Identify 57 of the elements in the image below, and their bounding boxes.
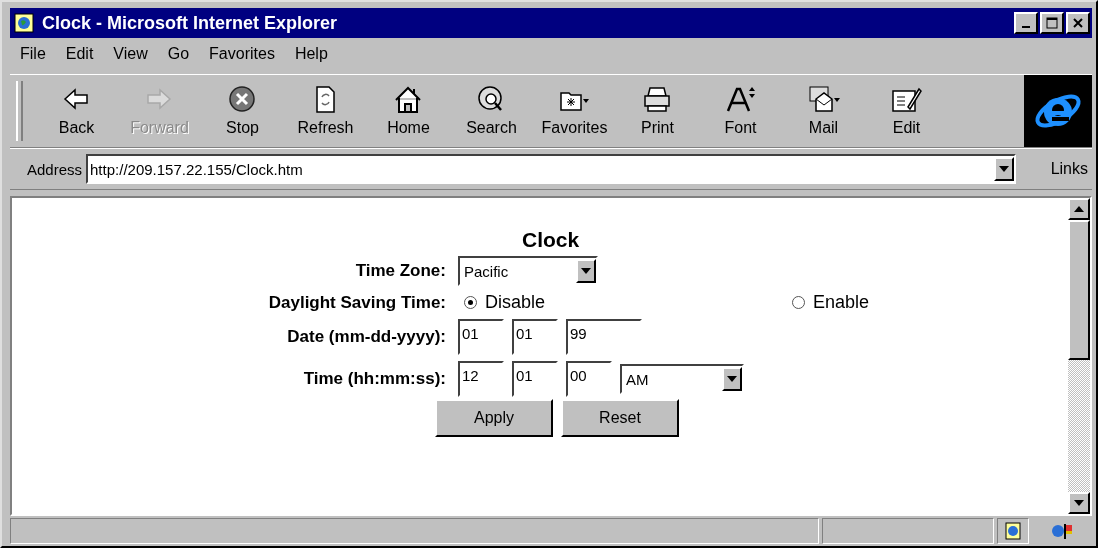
address-label: Address <box>27 160 83 178</box>
scroll-up-button[interactable] <box>1068 198 1090 220</box>
up-arrow-icon <box>1074 206 1084 212</box>
page-icon <box>1005 522 1021 540</box>
edit-icon <box>890 85 923 115</box>
toolbar-button[interactable]: Favorites <box>533 75 616 147</box>
toolbar-button[interactable]: Font <box>699 75 782 147</box>
toolbar-button[interactable]: Print <box>616 75 699 147</box>
menu-item[interactable]: Help <box>292 43 330 65</box>
toolbar-button[interactable]: Search <box>450 75 533 147</box>
dropdown-arrow-icon <box>581 268 591 274</box>
field-label: Daylight Saving Time: <box>267 292 447 313</box>
date-field[interactable]: 99 <box>566 319 642 355</box>
form-button[interactable]: Reset <box>561 399 679 437</box>
menu-item[interactable]: Go <box>165 43 192 65</box>
toolbar-grip[interactable] <box>16 81 23 141</box>
toolbar-button[interactable]: Mail <box>782 75 865 147</box>
field-label: Time Zone: <box>354 261 447 281</box>
time-zone-dropdown[interactable]: Pacific <box>458 256 598 286</box>
date-field[interactable]: 01 <box>458 319 504 355</box>
date-field[interactable]: 01 <box>512 319 558 355</box>
window-title: Clock - Microsoft Internet Explorer <box>42 12 339 34</box>
page-heading: Clock <box>522 228 580 252</box>
form-button[interactable]: Apply <box>435 399 553 437</box>
time-field[interactable]: 00 <box>566 361 612 397</box>
toolbar-button[interactable]: Stop <box>201 75 284 147</box>
maximize-icon <box>1046 17 1058 29</box>
mail-icon <box>807 85 840 115</box>
field-label: Time (hh:mm:ss): <box>302 369 447 389</box>
minimize-button[interactable] <box>1014 12 1038 34</box>
toolbar-button[interactable]: Refresh <box>284 75 367 147</box>
minimize-icon <box>1022 26 1030 28</box>
close-button[interactable] <box>1066 12 1090 34</box>
toolbar-button[interactable]: Back <box>35 75 118 147</box>
down-arrow-icon <box>1074 500 1084 506</box>
menu-item[interactable]: Favorites <box>207 43 277 65</box>
toolbar-button[interactable]: Home <box>367 75 450 147</box>
address-field[interactable]: http://209.157.22.155/Clock.htm <box>86 154 1016 184</box>
zone-icon <box>1051 522 1073 540</box>
menu-item[interactable]: File <box>18 43 48 65</box>
radio-option[interactable]: Enable <box>791 292 869 313</box>
field-label: Date (mm-dd-yyyy): <box>286 327 447 347</box>
radio-option[interactable]: Disable <box>464 292 546 313</box>
dropdown-arrow-icon <box>998 166 1009 172</box>
menu-item[interactable]: View <box>111 43 150 65</box>
toolbar-button[interactable]: Edit <box>865 75 948 147</box>
dropdown-arrow-icon <box>727 376 737 382</box>
scrollbar-thumb[interactable] <box>1068 220 1090 360</box>
time-field[interactable]: 01 <box>512 361 558 397</box>
maximize-button[interactable] <box>1040 12 1064 34</box>
links-button[interactable]: Links <box>1046 160 1092 178</box>
page-icon <box>14 13 34 33</box>
am-pm-dropdown[interactable]: AM <box>620 364 744 394</box>
time-field[interactable]: 12 <box>458 361 504 397</box>
scroll-down-button[interactable] <box>1068 492 1090 514</box>
close-icon <box>1072 17 1084 29</box>
menu-item[interactable]: Edit <box>63 43 96 65</box>
